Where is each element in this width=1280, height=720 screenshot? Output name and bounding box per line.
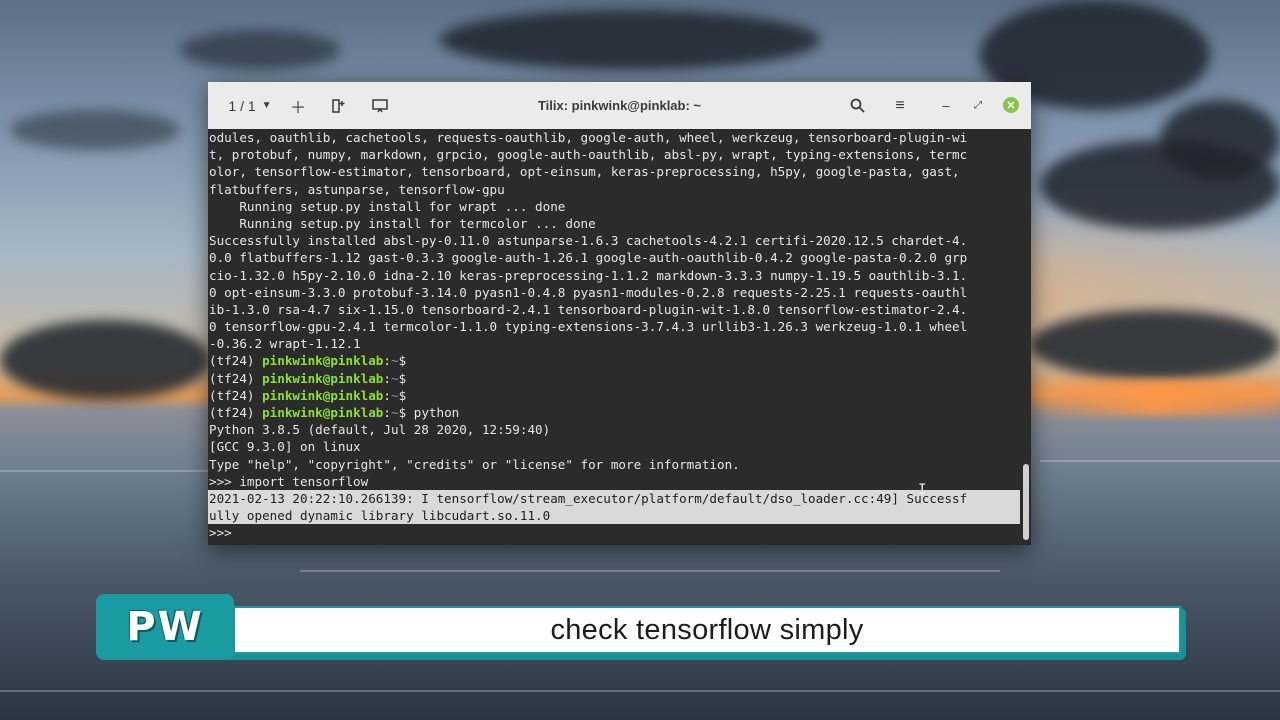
conda-env: (tf24) bbox=[209, 387, 263, 403]
logo-text: PW bbox=[126, 604, 204, 650]
selected-output-line: 2021-02-13 20:22:10.266139: I tensorflow… bbox=[208, 489, 1020, 508]
caption-text: check tensorflow simply bbox=[550, 613, 864, 646]
output-line: odules, oauthlib, cachetools, requests-o… bbox=[209, 130, 968, 145]
shell-prompt-line: (tf24) pinkwink@pinklab:~$ bbox=[208, 352, 1020, 369]
text-cursor-icon: I bbox=[918, 482, 927, 498]
output-line: Successfully installed absl-py-0.11.0 as… bbox=[209, 233, 968, 249]
sync-input-icon[interactable] bbox=[367, 82, 393, 129]
terminal-scrollbar[interactable] bbox=[1020, 129, 1031, 545]
shell-prompt-line: (tf24) pinkwink@pinklab:~$ bbox=[208, 370, 1020, 387]
output-line: 0.0 flatbuffers-1.12 gast-0.3.3 google-a… bbox=[209, 250, 968, 266]
session-switcher-button[interactable]: 1 / 1 ▼ bbox=[224, 82, 276, 129]
shell-prompt-line: (tf24) pinkwink@pinklab:~$ python bbox=[208, 404, 1020, 421]
output-line: cio-1.32.0 h5py-2.10.0 idna-2.10 keras-p… bbox=[209, 267, 968, 283]
terminal-output[interactable]: odules, oauthlib, cachetools, requests-o… bbox=[208, 129, 1020, 545]
minimize-icon[interactable]: – bbox=[933, 82, 959, 129]
prompt-user: pinkwink@pinklab bbox=[262, 353, 384, 369]
prompt-path: ~ bbox=[391, 353, 399, 369]
prompt-user: pinkwink@pinklab bbox=[262, 405, 384, 420]
prompt-user: pinkwink@pinklab bbox=[262, 387, 384, 403]
caption-banner: check tensorflow simply bbox=[233, 606, 1181, 654]
search-icon[interactable] bbox=[844, 82, 870, 129]
chevron-down-icon: ▼ bbox=[261, 100, 272, 111]
prompt-path: ~ bbox=[391, 370, 399, 386]
conda-env: (tf24) bbox=[209, 405, 263, 420]
output-line: -0.36.2 wrapt-1.12.1 bbox=[209, 336, 361, 352]
output-line: Running setup.py install for termcolor .… bbox=[209, 215, 596, 231]
prompt-separator: : bbox=[383, 387, 391, 403]
prompt-separator: : bbox=[383, 405, 391, 420]
prompt-command: python bbox=[406, 405, 460, 420]
close-icon[interactable]: ✕ bbox=[1003, 97, 1019, 113]
session-indicator: 1 / 1 bbox=[228, 97, 256, 114]
output-line: ib-1.3.0 rsa-4.7 six-1.15.0 tensorboard-… bbox=[209, 301, 968, 317]
prompt-path: ~ bbox=[391, 405, 399, 420]
output-line: flatbuffers, astunparse, tensorflow-gpu bbox=[209, 181, 505, 197]
prompt-user: pinkwink@pinklab bbox=[262, 370, 384, 386]
prompt-separator: : bbox=[383, 353, 391, 369]
scrollbar-thumb[interactable] bbox=[1023, 464, 1029, 540]
prompt-path: ~ bbox=[391, 387, 399, 403]
prompt-symbol: $ bbox=[398, 370, 407, 386]
output-line: 0 opt-einsum-3.3.0 protobuf-3.14.0 pyasn… bbox=[209, 284, 968, 300]
python-output-line: >>> import tensorflow bbox=[209, 473, 369, 489]
prompt-symbol: $ bbox=[398, 387, 407, 403]
channel-logo: PW bbox=[96, 594, 234, 660]
output-line: t, protobuf, numpy, markdown, grpcio, go… bbox=[209, 147, 968, 163]
window-titlebar[interactable]: Tilix: pinkwink@pinklab: ~ 1 / 1 ▼ ＋ ≡ –… bbox=[208, 82, 1031, 129]
python-output-line: Python 3.8.5 (default, Jul 28 2020, 12:5… bbox=[209, 422, 551, 438]
hamburger-menu-icon[interactable]: ≡ bbox=[887, 82, 913, 129]
prompt-symbol: $ bbox=[398, 353, 407, 369]
shell-prompt-line: (tf24) pinkwink@pinklab:~$ bbox=[208, 387, 1020, 404]
output-line: olor, tensorflow-estimator, tensorboard,… bbox=[209, 164, 960, 180]
output-line: 0 tensorflow-gpu-2.4.1 termcolor-1.1.0 t… bbox=[209, 319, 968, 335]
conda-env: (tf24) bbox=[209, 370, 263, 386]
prompt-separator: : bbox=[383, 370, 391, 386]
conda-env: (tf24) bbox=[209, 353, 263, 369]
python-input-prompt[interactable]: >>> bbox=[208, 524, 1020, 541]
python-output-line: Type "help", "copyright", "credits" or "… bbox=[209, 456, 740, 472]
add-terminal-icon[interactable] bbox=[325, 82, 351, 129]
maximize-icon[interactable]: ⤢ bbox=[965, 82, 991, 129]
output-line: Running setup.py install for wrapt ... d… bbox=[209, 198, 566, 214]
plus-icon[interactable]: ＋ bbox=[285, 82, 311, 129]
selected-output-line: ully opened dynamic library libcudart.so… bbox=[208, 507, 1020, 525]
python-output-line: [GCC 9.3.0] on linux bbox=[209, 439, 361, 455]
terminal-window[interactable]: Tilix: pinkwink@pinklab: ~ 1 / 1 ▼ ＋ ≡ –… bbox=[208, 82, 1031, 545]
